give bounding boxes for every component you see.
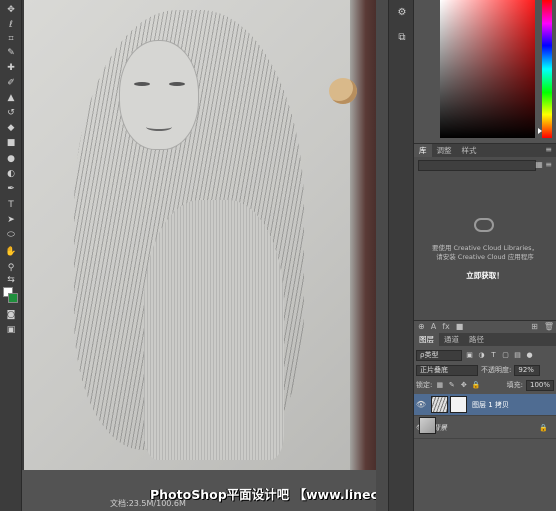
libraries-tabs: 库 调整 样式	[414, 144, 556, 157]
sketch-mouth	[146, 123, 172, 131]
get-it-now-link[interactable]: 立即获取！	[418, 270, 552, 281]
dodge-icon[interactable]: ◐	[4, 168, 18, 180]
eyedropper-icon[interactable]: ✎	[4, 47, 18, 59]
lock-row: 锁定: ▦ ✎ ✥ 🔒 填充: 100%	[416, 379, 554, 391]
layer-name[interactable]: 图层 1 拷贝	[472, 400, 509, 410]
layer-mask-thumbnail[interactable]	[450, 396, 467, 413]
library-select[interactable]	[418, 160, 536, 171]
layer-row-copy[interactable]: 👁 图层 1 拷贝	[414, 394, 556, 416]
eye-icon[interactable]: 👁	[414, 400, 428, 409]
fill-label: 填充:	[506, 381, 523, 389]
sketch-body	[144, 200, 284, 460]
filter-shape-icon[interactable]: ▢	[501, 351, 510, 360]
layers-panel: ⊕ A fx ■ ⊞ 🗑 图层 通道 路径 ρ类型 ▣ ◑ T ▢ ▤ ● 正片…	[414, 320, 556, 511]
brush-icon[interactable]: ✐	[4, 77, 18, 89]
filter-type-icon[interactable]: T	[489, 351, 498, 360]
gradient-icon[interactable]: ■	[4, 137, 18, 149]
filter-kind-select[interactable]: ρ类型	[416, 349, 462, 361]
fill-input[interactable]: 100%	[526, 379, 554, 391]
blend-row: 正片叠底 不透明度: 92%	[416, 364, 554, 376]
tab-styles[interactable]: 样式	[457, 144, 482, 157]
color-picker-field[interactable]	[440, 0, 535, 138]
paper-edge	[350, 0, 376, 470]
libraries-panel: 库 调整 样式 ≡ ▦ ≡ 要使用 Creative Cloud Librari…	[414, 143, 556, 323]
lasso-icon[interactable]: ℓ	[4, 19, 18, 31]
lock-transparent-icon[interactable]: ▦	[435, 381, 444, 390]
move-icon[interactable]: ✥	[4, 4, 18, 16]
tab-paths[interactable]: 路径	[464, 333, 489, 346]
lock-icon: 🔒	[539, 423, 548, 432]
grid-view-icon[interactable]: ▦ ≡	[535, 160, 552, 169]
zoom-icon[interactable]: ⚲	[4, 262, 18, 274]
clone-stamp-icon[interactable]: ▲	[4, 92, 18, 104]
lock-all-icon[interactable]: 🔒	[471, 381, 481, 390]
add-fx-icon[interactable]: fx	[442, 322, 450, 331]
right-panel-column: 库 调整 样式 ≡ ▦ ≡ 要使用 Creative Cloud Librari…	[414, 0, 556, 511]
hue-slider-knob[interactable]	[538, 128, 542, 134]
panel-divider[interactable]	[376, 0, 388, 511]
color-panel	[414, 0, 556, 142]
hue-slider[interactable]	[542, 0, 552, 138]
thumb-holding-paper	[329, 78, 357, 104]
lock-pixels-icon[interactable]: ✎	[447, 381, 456, 390]
creative-cloud-icon	[474, 218, 494, 232]
healing-brush-icon[interactable]: ✚	[4, 62, 18, 74]
add-graphic-icon[interactable]: ⊕	[418, 322, 425, 331]
opacity-label: 不透明度:	[481, 366, 512, 374]
sketch-eye-right	[169, 82, 185, 86]
new-library-icon[interactable]: ⊞	[531, 322, 538, 331]
tab-layers[interactable]: 图层	[414, 333, 439, 346]
photoshop-window: ✥ ℓ ⌗ ✎ ✚ ✐ ▲ ↺ ◆ ■ ● ◐ ✒ T ➤ ⬭ ✋ ⚲ ⇆ ◙ …	[0, 0, 556, 511]
sketch-eye-left	[134, 82, 150, 86]
history-brush-icon[interactable]: ↺	[4, 107, 18, 119]
screen-mode-icon[interactable]: ▣	[4, 324, 18, 336]
blur-icon[interactable]: ●	[4, 153, 18, 165]
lock-position-icon[interactable]: ✥	[459, 381, 468, 390]
layer-row-background[interactable]: 👁 背景 🔒	[414, 417, 556, 439]
shape-icon[interactable]: ⬭	[4, 229, 18, 241]
opacity-input[interactable]: 92%	[514, 364, 541, 376]
library-footer-toolbar: ⊕ A fx ■ ⊞ 🗑	[418, 321, 554, 331]
lock-label: 锁定:	[416, 381, 433, 389]
sketch-face	[119, 40, 199, 150]
tab-libraries[interactable]: 库	[414, 144, 432, 157]
cc-message-line2: 请安装 Creative Cloud 应用程序	[436, 253, 534, 261]
layers-tabs: 图层 通道 路径	[414, 333, 556, 346]
cc-message-line1: 要使用 Creative Cloud Libraries，	[431, 244, 539, 252]
tools-panel: ✥ ℓ ⌗ ✎ ✚ ✐ ▲ ↺ ◆ ■ ● ◐ ✒ T ➤ ⬭ ✋ ⚲ ⇆ ◙ …	[0, 0, 22, 511]
delete-icon[interactable]: 🗑	[544, 322, 554, 331]
layer-filter-row: ρ类型 ▣ ◑ T ▢ ▤ ●	[416, 349, 554, 361]
hand-icon[interactable]: ✋	[4, 246, 18, 258]
layer-thumbnail	[431, 396, 448, 413]
type-icon[interactable]: T	[4, 199, 18, 211]
path-selection-icon[interactable]: ➤	[4, 214, 18, 226]
blend-mode-select[interactable]: 正片叠底	[416, 364, 478, 376]
document-canvas[interactable]	[22, 0, 376, 470]
add-style-icon[interactable]: ■	[456, 322, 464, 331]
panel-menu-icon[interactable]: ≡	[545, 144, 552, 156]
eraser-icon[interactable]: ◆	[4, 122, 18, 134]
crop-icon[interactable]: ⌗	[4, 33, 18, 45]
clone-source-icon[interactable]: ⧉	[395, 30, 409, 44]
filter-pixel-icon[interactable]: ▣	[465, 351, 474, 360]
add-color-icon[interactable]: A	[431, 322, 436, 331]
tab-adjustments[interactable]: 调整	[432, 144, 457, 157]
quick-mask-icon[interactable]: ◙	[4, 309, 18, 321]
collapsed-panel-dock: ⚙ ⧉	[388, 0, 414, 511]
background-color-swatch[interactable]	[8, 293, 18, 303]
swap-colors-icon[interactable]: ⇆	[4, 274, 18, 286]
filter-toggle-icon[interactable]: ●	[525, 351, 534, 360]
filter-adjust-icon[interactable]: ◑	[477, 351, 486, 360]
tab-channels[interactable]: 通道	[439, 333, 464, 346]
layer-thumbnail	[419, 417, 436, 434]
pen-icon[interactable]: ✒	[4, 183, 18, 195]
properties-icon[interactable]: ⚙	[395, 5, 409, 19]
filter-smart-icon[interactable]: ▤	[513, 351, 522, 360]
sketch-image	[24, 0, 376, 470]
